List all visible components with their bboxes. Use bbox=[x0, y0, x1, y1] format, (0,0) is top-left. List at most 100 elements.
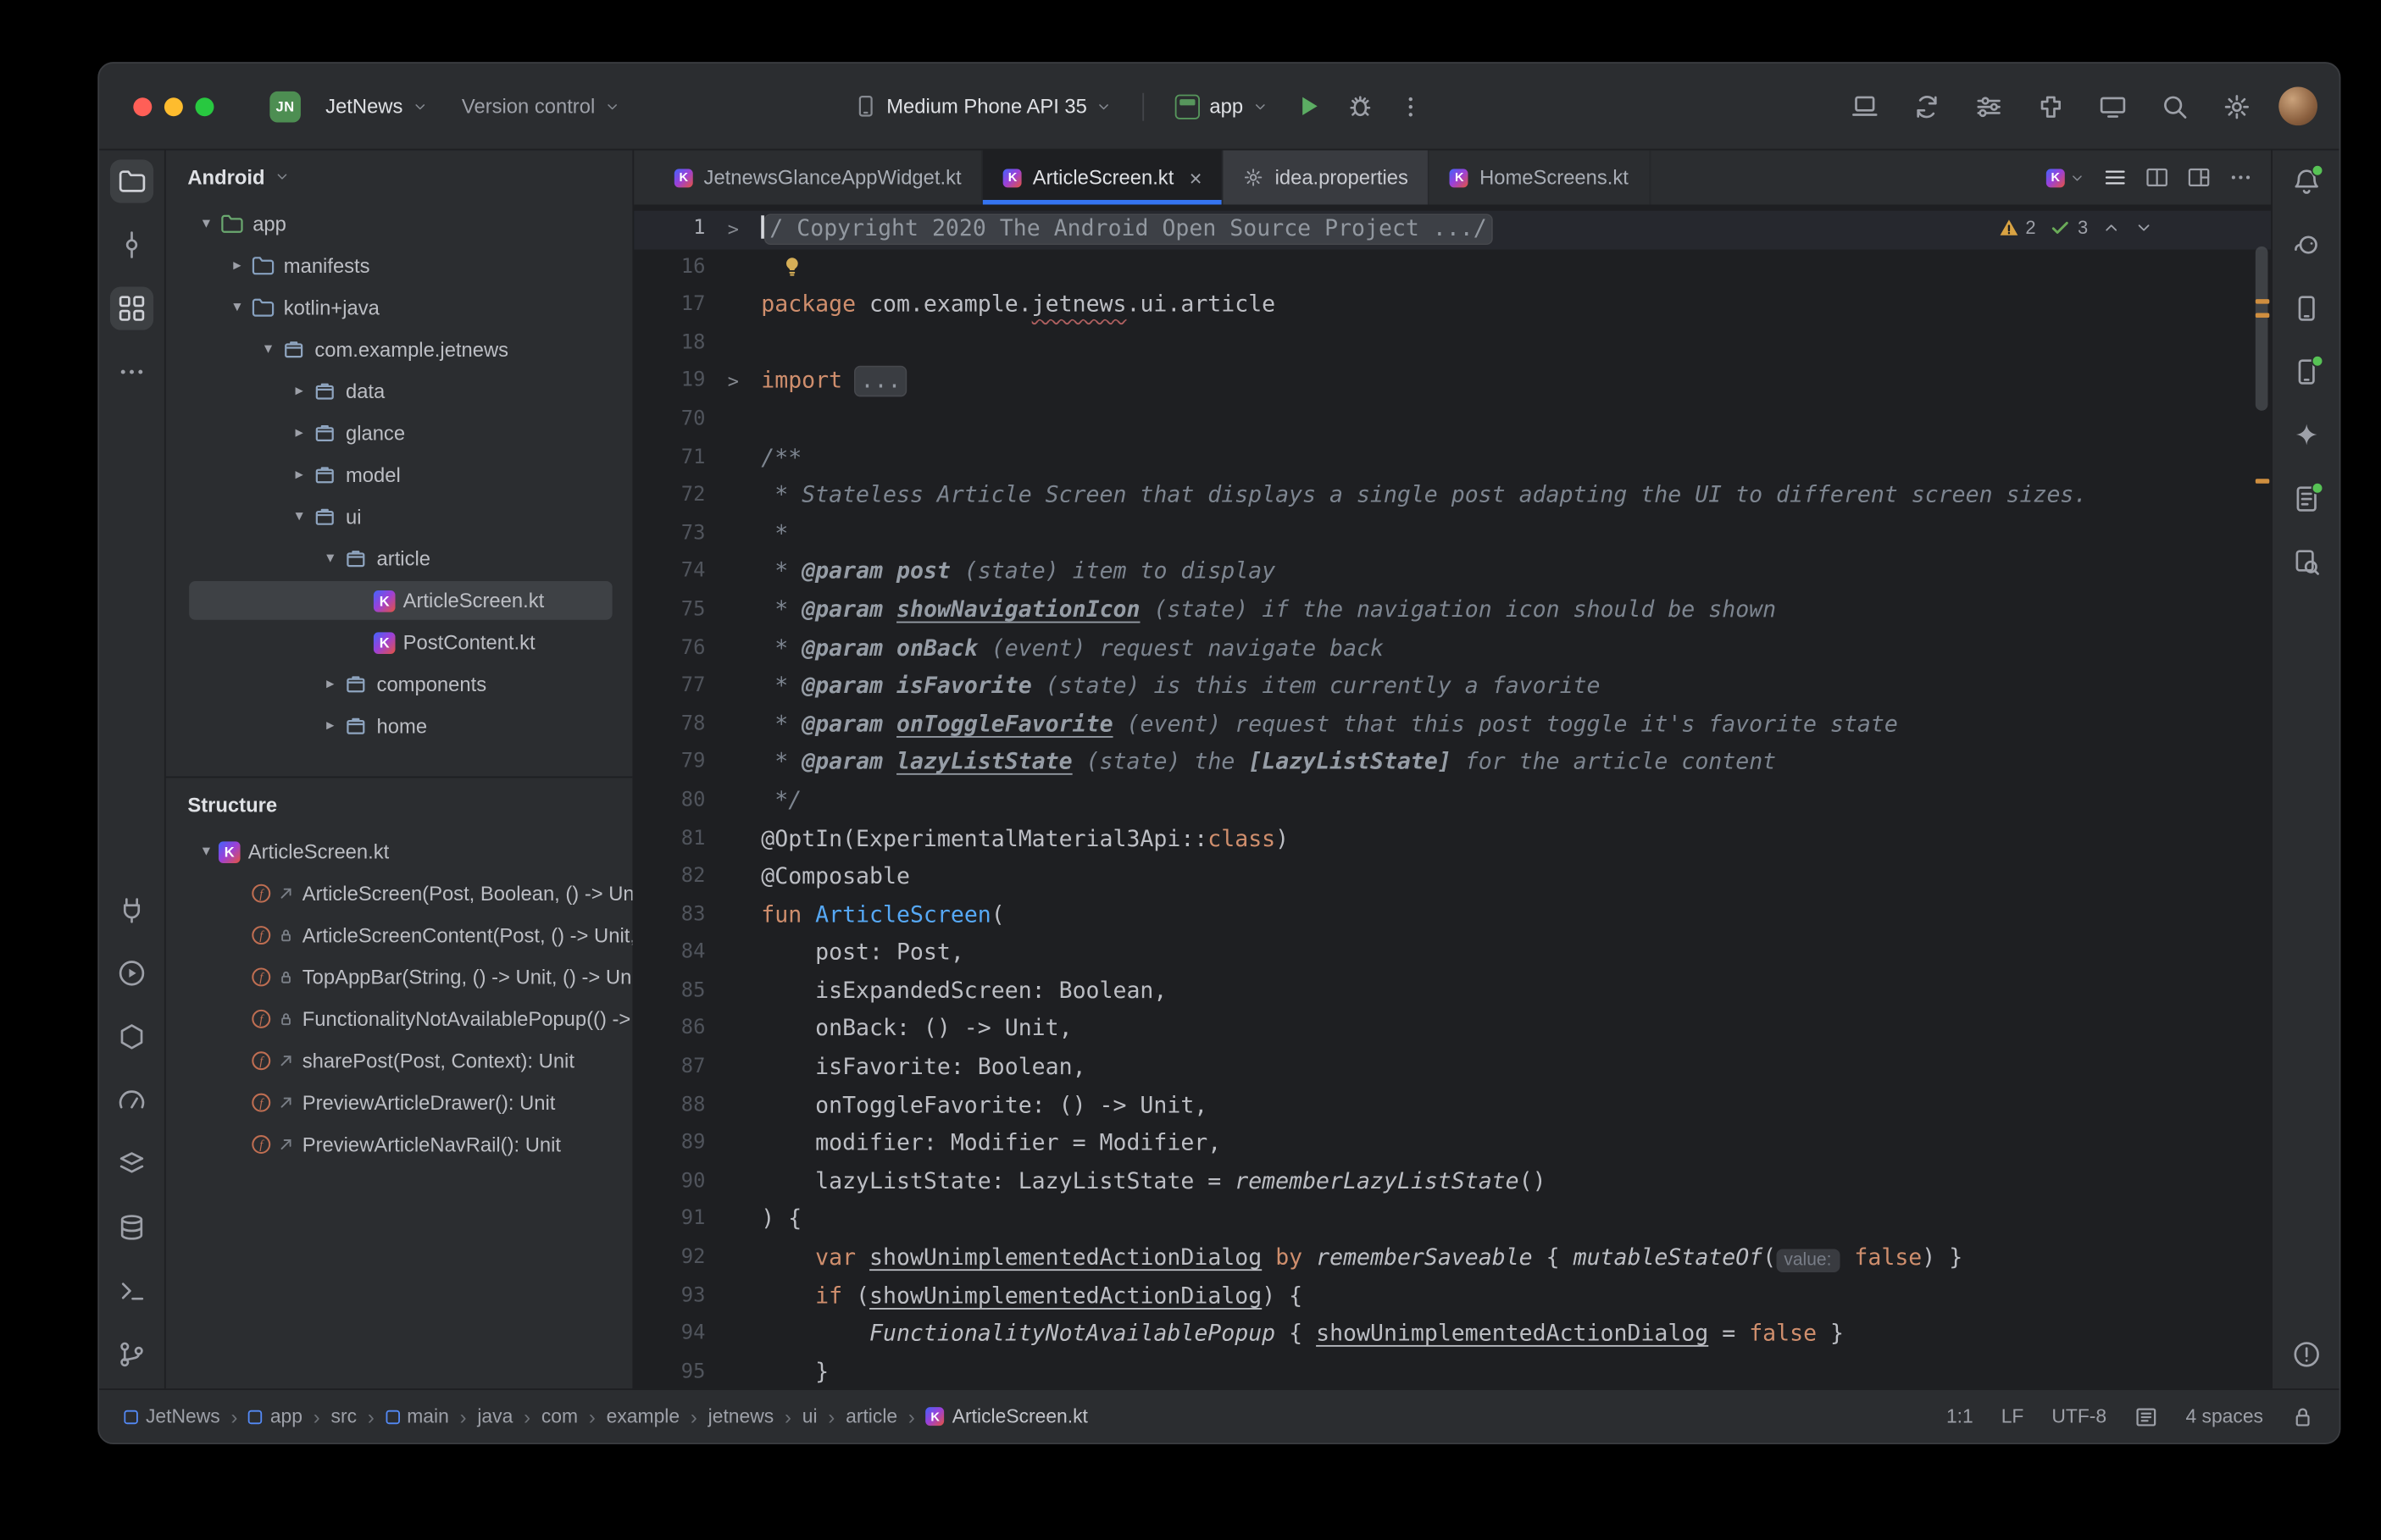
warnings-indicator[interactable]: 2 bbox=[1997, 217, 2035, 239]
run-button[interactable] bbox=[1290, 86, 1329, 125]
line-number[interactable]: 70 bbox=[634, 402, 705, 440]
line-separator[interactable]: LF bbox=[2001, 1405, 2024, 1427]
line-number[interactable]: 16 bbox=[634, 249, 705, 287]
code-line[interactable]: 74 * @param post (state) item to display bbox=[634, 554, 2271, 592]
line-number[interactable]: 1 bbox=[634, 211, 705, 249]
close-window-button[interactable] bbox=[133, 97, 152, 115]
line-number[interactable]: 90 bbox=[634, 1164, 705, 1202]
code-line[interactable]: 17package com.example.jetnews.ui.article bbox=[634, 287, 2271, 325]
breadcrumb-main[interactable]: main bbox=[386, 1405, 449, 1427]
debug-button[interactable] bbox=[1340, 86, 1379, 125]
project-panel-header[interactable]: Android bbox=[166, 150, 633, 202]
editor-tab-idea-properties[interactable]: idea.properties bbox=[1224, 150, 1429, 204]
folded-region[interactable]: ... bbox=[856, 368, 906, 396]
line-number[interactable]: 73 bbox=[634, 516, 705, 554]
structure-item-functionalitynotavailablepopup-unit-unit[interactable]: fFunctionalityNotAvailablePopup(() -> Un… bbox=[166, 998, 633, 1039]
minimize-window-button[interactable] bbox=[164, 97, 183, 115]
code-line[interactable]: 79 * @param lazyListState (state) the [L… bbox=[634, 745, 2271, 783]
notifications-icon[interactable] bbox=[2284, 159, 2328, 202]
code-line[interactable]: 71/** bbox=[634, 440, 2271, 478]
code-line[interactable]: 93 if (showUnimplementedActionDialog) { bbox=[634, 1278, 2271, 1316]
code-line[interactable]: 76 * @param onBack (event) request navig… bbox=[634, 630, 2271, 668]
fold-arrow-icon[interactable]: > bbox=[705, 363, 761, 402]
code-line[interactable]: 81@OptIn(ExperimentalMaterial3Api::class… bbox=[634, 821, 2271, 859]
code-line[interactable]: 82@Composable bbox=[634, 859, 2271, 897]
line-number[interactable]: 79 bbox=[634, 745, 705, 783]
next-issue-button[interactable] bbox=[2134, 219, 2153, 237]
commit-icon[interactable] bbox=[110, 223, 153, 266]
project-item-com-example-jetnews[interactable]: ▾com.example.jetnews bbox=[166, 329, 633, 370]
code-line[interactable]: 86 onBack: () -> Unit, bbox=[634, 1011, 2271, 1050]
chevron-down-icon[interactable]: ▾ bbox=[194, 215, 219, 232]
settings-icon[interactable] bbox=[2217, 86, 2257, 127]
build-icon[interactable] bbox=[110, 1015, 153, 1058]
line-number[interactable]: 75 bbox=[634, 592, 705, 630]
project-item-home[interactable]: ▸home bbox=[166, 705, 633, 746]
terminal-icon[interactable] bbox=[110, 1269, 153, 1312]
folded-region[interactable]: / Copyright 2020 The Android Open Source… bbox=[765, 215, 1491, 243]
layout-inspector-icon[interactable] bbox=[1845, 86, 1885, 127]
project-menu-button[interactable]: JetNews bbox=[316, 88, 436, 124]
code-line[interactable]: 77 * @param isFavorite (state) is this i… bbox=[634, 668, 2271, 706]
structure-item-sharepost-post-context-unit[interactable]: fsharePost(Post, Context): Unit bbox=[166, 1040, 633, 1082]
code-line[interactable]: 75 * @param showNavigationIcon (state) i… bbox=[634, 592, 2271, 630]
project-item-kotlin-java[interactable]: ▾kotlin+java bbox=[166, 286, 633, 328]
passed-indicator[interactable]: 3 bbox=[2050, 217, 2088, 239]
code-line[interactable]: 88 onToggleFavorite: () -> Unit, bbox=[634, 1088, 2271, 1126]
more-icon[interactable] bbox=[2229, 166, 2252, 189]
code-line[interactable]: 18 bbox=[634, 325, 2271, 363]
project-item-postcontent-kt[interactable]: PostContent.kt bbox=[166, 622, 633, 663]
editor-layout-icon[interactable] bbox=[2134, 1404, 2157, 1427]
chevron-right-icon[interactable]: ▸ bbox=[286, 467, 311, 484]
line-number[interactable]: 83 bbox=[634, 897, 705, 935]
app-inspection-icon[interactable] bbox=[110, 1142, 153, 1185]
code-line[interactable]: 95 } bbox=[634, 1354, 2271, 1389]
structure-icon[interactable] bbox=[110, 286, 153, 330]
editor[interactable]: 1 > / Copyright 2020 The Android Open Sour… bbox=[634, 206, 2271, 1388]
line-number[interactable]: 95 bbox=[634, 1354, 705, 1389]
code-line[interactable]: 19>import ... bbox=[634, 363, 2271, 402]
structure-item-previewarticlenavrail-unit[interactable]: fPreviewArticleNavRail(): Unit bbox=[166, 1123, 633, 1165]
breadcrumb-ui[interactable]: ui bbox=[802, 1405, 818, 1427]
more-run-options-button[interactable] bbox=[1392, 87, 1429, 125]
version-control-icon[interactable] bbox=[110, 1332, 153, 1376]
project-item-model[interactable]: ▸model bbox=[166, 454, 633, 496]
project-item-manifests[interactable]: ▸manifests bbox=[166, 245, 633, 286]
warning-stripe-mark[interactable] bbox=[2256, 479, 2269, 483]
line-number[interactable]: 93 bbox=[634, 1278, 705, 1316]
breadcrumb-src[interactable]: src bbox=[331, 1405, 358, 1427]
device-mirroring-icon[interactable] bbox=[1906, 86, 1947, 127]
file-encoding[interactable]: UTF-8 bbox=[2051, 1405, 2106, 1427]
code-line[interactable]: 80 */ bbox=[634, 783, 2271, 821]
code-line[interactable]: 94 FunctionalityNotAvailablePopup { show… bbox=[634, 1316, 2271, 1354]
line-number[interactable]: 89 bbox=[634, 1126, 705, 1164]
editor-tab-articlescreen-kt[interactable]: ArticleScreen.kt× bbox=[983, 150, 1224, 204]
breadcrumb-article[interactable]: article bbox=[846, 1405, 897, 1427]
line-number[interactable]: 18 bbox=[634, 325, 705, 363]
database-inspector-icon[interactable] bbox=[110, 1205, 153, 1249]
line-number[interactable]: 92 bbox=[634, 1240, 705, 1278]
whats-new-icon[interactable] bbox=[2284, 477, 2328, 520]
structure-item-previewarticledrawer-unit[interactable]: fPreviewArticleDrawer(): Unit bbox=[166, 1082, 633, 1123]
code-line[interactable]: 78 * @param onToggleFavorite (event) req… bbox=[634, 706, 2271, 745]
breadcrumb-com[interactable]: com bbox=[541, 1405, 578, 1427]
problems-icon[interactable] bbox=[2284, 1332, 2328, 1376]
code-line[interactable]: 83fun ArticleScreen( bbox=[634, 897, 2271, 935]
editor-list-icon[interactable] bbox=[2104, 166, 2127, 189]
code-line[interactable]: 87 isFavorite: Boolean, bbox=[634, 1050, 2271, 1088]
line-number[interactable]: 77 bbox=[634, 668, 705, 706]
warning-stripe-mark[interactable] bbox=[2256, 313, 2269, 318]
run-configuration-button[interactable]: app bbox=[1166, 87, 1277, 125]
breadcrumb-jetnews[interactable]: JetNews bbox=[124, 1405, 219, 1427]
editor-tab-jetnewsglanceappwidget-kt[interactable]: JetnewsGlanceAppWidget.kt bbox=[654, 150, 983, 204]
code-line[interactable]: 70 bbox=[634, 402, 2271, 440]
project-item-articlescreen-kt[interactable]: ArticleScreen.kt bbox=[166, 579, 633, 621]
editor-tab-homescreens-kt[interactable]: HomeScreens.kt bbox=[1430, 150, 1651, 204]
line-number[interactable]: 88 bbox=[634, 1088, 705, 1126]
plugins-icon[interactable] bbox=[2030, 86, 2071, 127]
structure-item-articlescreencontent-post-unit-modifier-unit[interactable]: fArticleScreenContent(Post, () -> Unit, … bbox=[166, 914, 633, 956]
chevron-down-icon[interactable]: ▾ bbox=[225, 299, 249, 316]
line-number[interactable]: 82 bbox=[634, 859, 705, 897]
more-icon[interactable] bbox=[110, 350, 153, 393]
line-number[interactable]: 78 bbox=[634, 706, 705, 745]
